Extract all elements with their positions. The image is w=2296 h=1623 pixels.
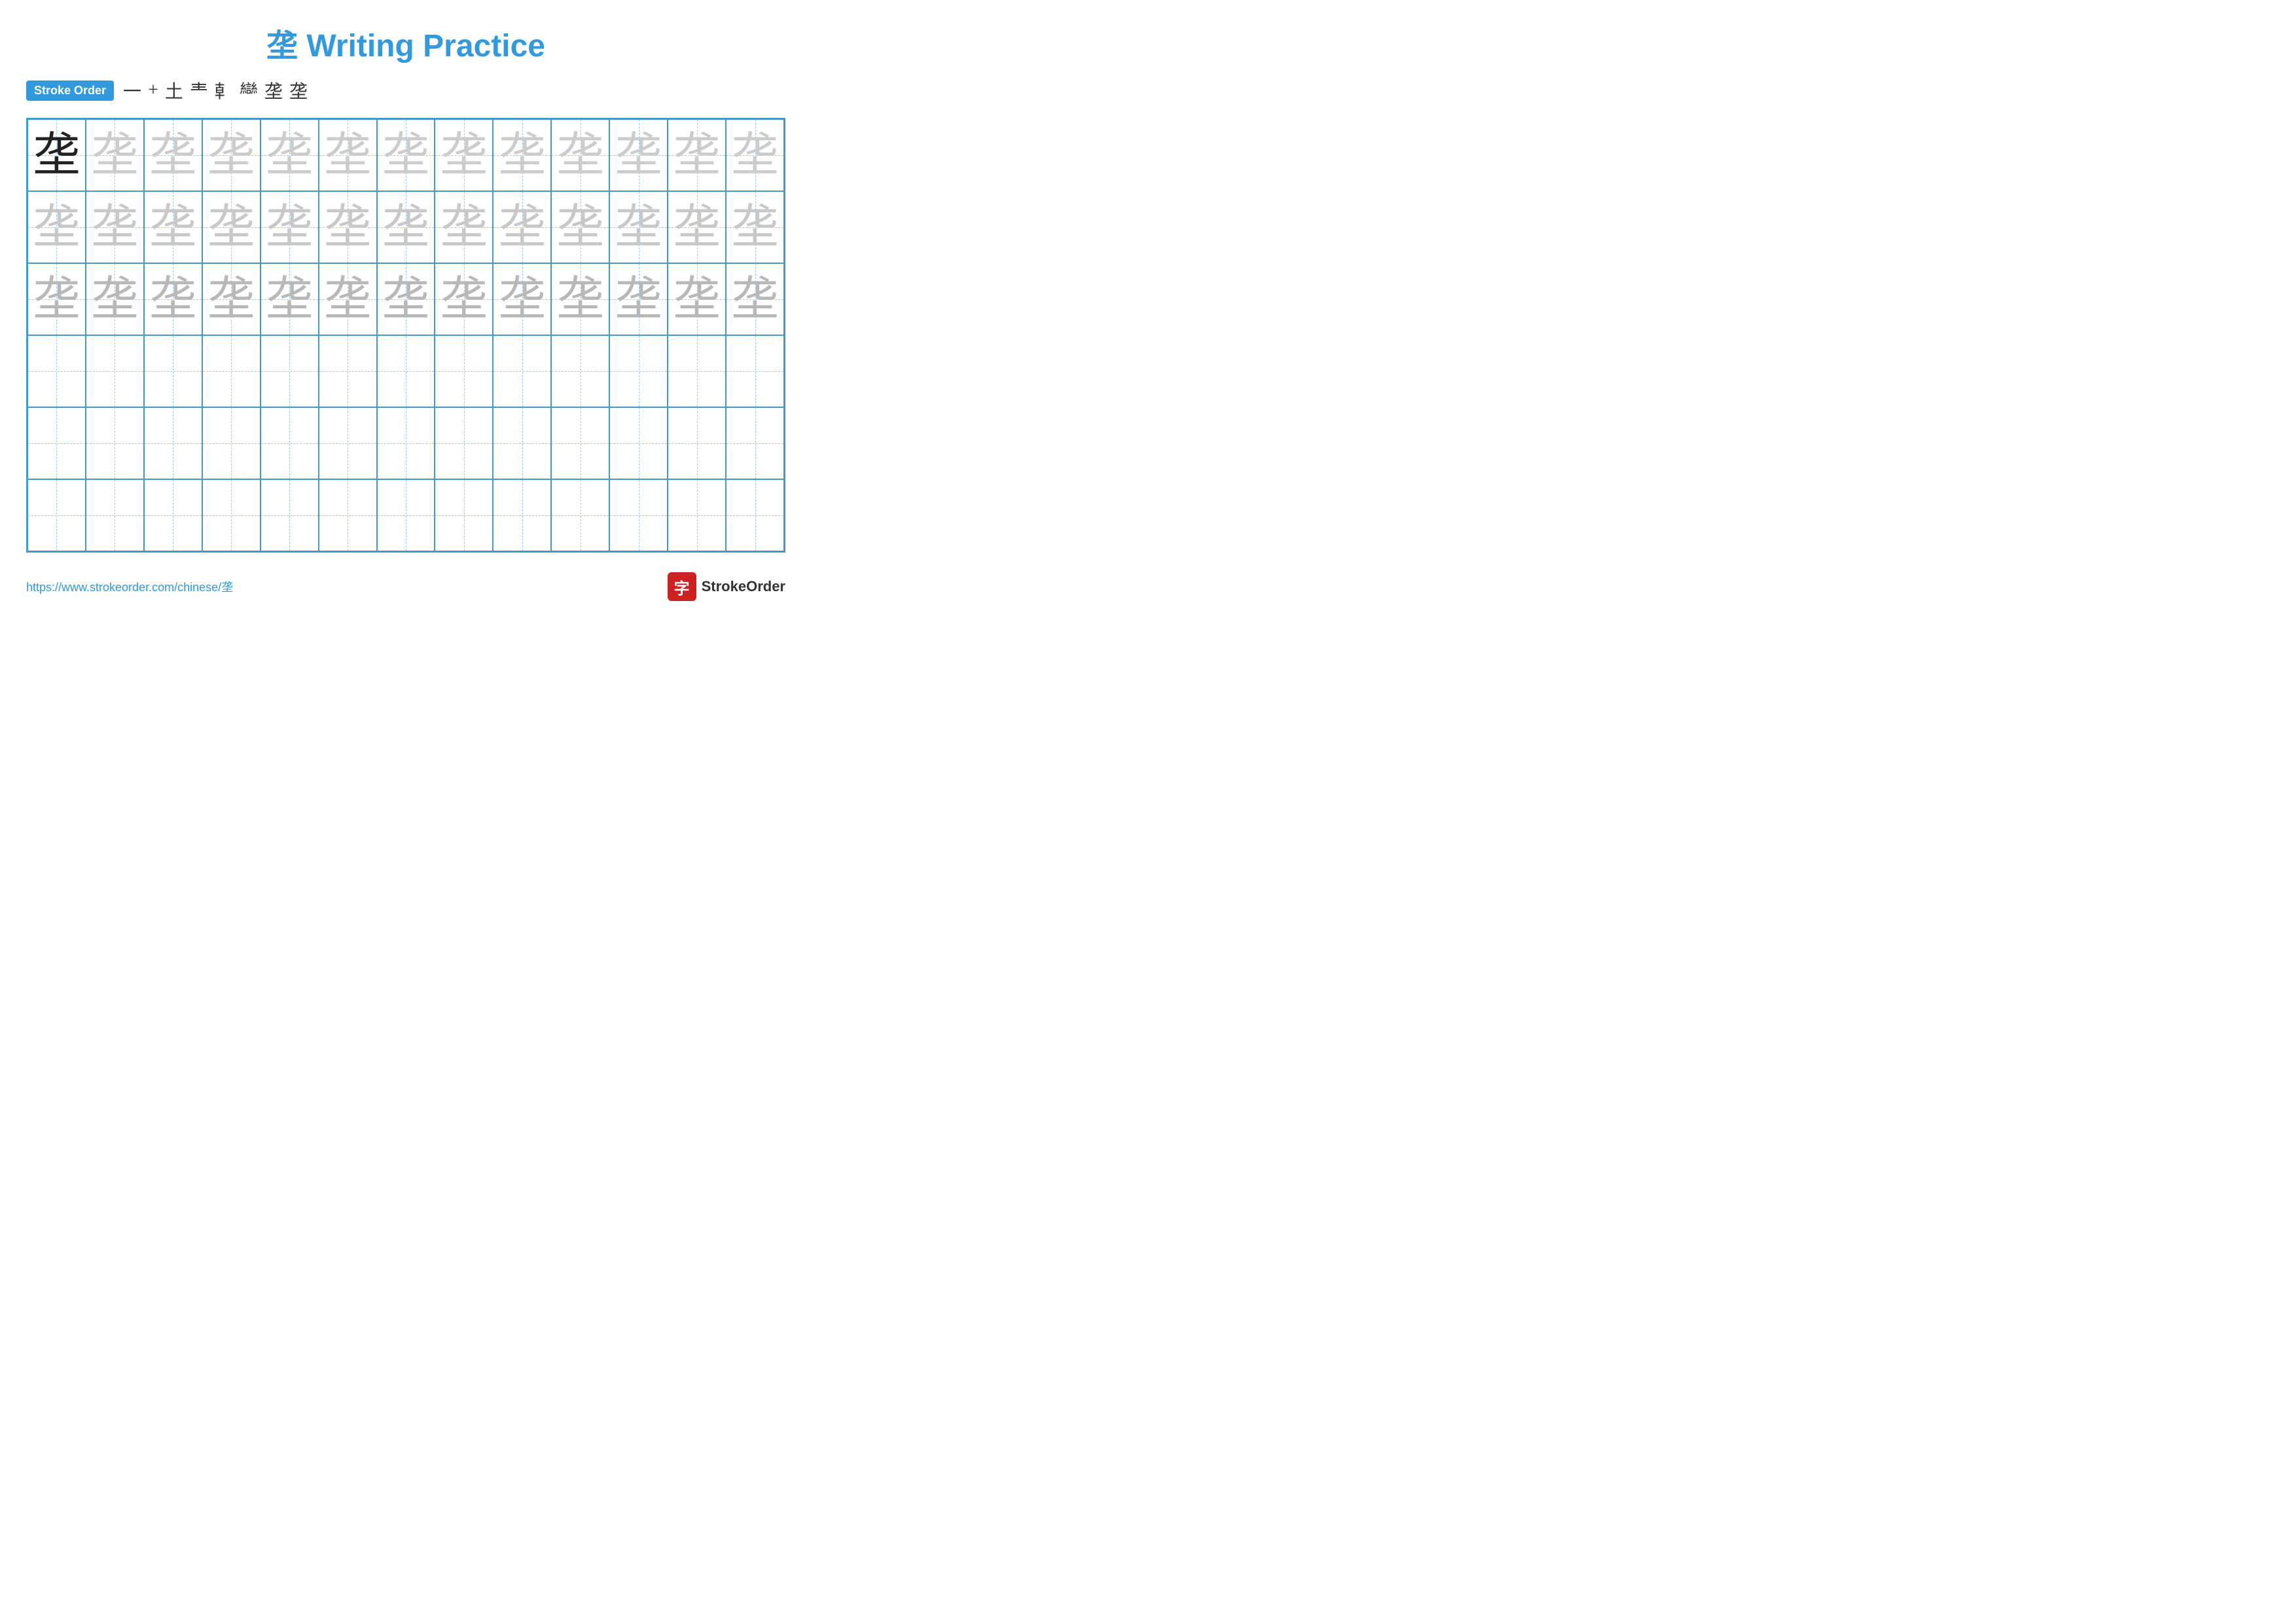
grid-cell[interactable]: 垄: [668, 119, 726, 191]
stroke-1: 一: [123, 77, 141, 103]
grid-cell[interactable]: [551, 335, 609, 407]
grid-cell[interactable]: [668, 479, 726, 551]
grid-cell[interactable]: 垄: [27, 263, 86, 335]
grid-cell[interactable]: [493, 335, 551, 407]
grid-cell[interactable]: 垄: [377, 191, 435, 263]
grid-cell[interactable]: 垄: [551, 119, 609, 191]
title-char: 垄: [266, 29, 298, 64]
grid-cell[interactable]: [609, 407, 668, 479]
grid-cell[interactable]: 垄: [260, 263, 319, 335]
footer: https://www.strokeorder.com/chinese/垄 字 …: [26, 572, 785, 601]
grid-cell[interactable]: 垄: [144, 191, 202, 263]
practice-grid: 垄垄垄垄垄垄垄垄垄垄垄垄垄垄垄垄垄垄垄垄垄垄垄垄垄垄垄垄垄垄垄垄垄垄垄垄垄垄垄: [26, 118, 785, 553]
grid-cell[interactable]: [435, 407, 493, 479]
grid-cell[interactable]: [202, 407, 260, 479]
grid-cell[interactable]: 垄: [435, 119, 493, 191]
grid-cell[interactable]: 垄: [144, 119, 202, 191]
grid-cell[interactable]: [726, 407, 784, 479]
grid-cell[interactable]: [319, 407, 377, 479]
grid-cell[interactable]: 垄: [668, 263, 726, 335]
grid-cell[interactable]: 垄: [86, 191, 144, 263]
grid-cell[interactable]: [435, 479, 493, 551]
grid-cell[interactable]: 垄: [609, 191, 668, 263]
grid-cell[interactable]: [609, 479, 668, 551]
grid-cell[interactable]: 垄: [86, 263, 144, 335]
grid-cell[interactable]: [726, 335, 784, 407]
grid-cell[interactable]: [668, 407, 726, 479]
grid-cell[interactable]: [27, 407, 86, 479]
grid-cell[interactable]: 垄: [260, 191, 319, 263]
grid-cell[interactable]: 垄: [144, 263, 202, 335]
grid-cell[interactable]: [144, 335, 202, 407]
grid-cell[interactable]: [493, 479, 551, 551]
stroke-3: 土: [165, 77, 183, 103]
grid-cell[interactable]: [27, 335, 86, 407]
grid-cell[interactable]: [27, 479, 86, 551]
grid-cell[interactable]: [260, 335, 319, 407]
grid-cell[interactable]: 垄: [435, 263, 493, 335]
grid-cell[interactable]: 垄: [609, 119, 668, 191]
grid-cell[interactable]: [260, 479, 319, 551]
grid-cell[interactable]: [377, 407, 435, 479]
grid-cell[interactable]: [260, 407, 319, 479]
grid-cell[interactable]: 垄: [319, 191, 377, 263]
grid-cell[interactable]: 垄: [435, 191, 493, 263]
brand-icon-char: 字: [674, 575, 690, 598]
grid-cell[interactable]: 垄: [202, 263, 260, 335]
grid-cell[interactable]: [551, 479, 609, 551]
grid-cell[interactable]: [86, 407, 144, 479]
stroke-6: 龻: [240, 77, 258, 103]
title-text: Writing Practice: [306, 29, 545, 64]
grid-cell[interactable]: [609, 335, 668, 407]
stroke-5: 龺: [215, 77, 233, 103]
grid-cell[interactable]: [435, 335, 493, 407]
grid-cell[interactable]: 垄: [493, 119, 551, 191]
brand-name: StrokeOrder: [702, 578, 785, 595]
grid-cell[interactable]: 垄: [377, 263, 435, 335]
stroke-7: 垄: [264, 77, 283, 103]
grid-cell[interactable]: [551, 407, 609, 479]
page-title: 垄 Writing Practice: [26, 20, 785, 65]
brand-icon: 字: [668, 572, 696, 601]
stroke-8: 垄: [289, 77, 308, 103]
grid-cell[interactable]: [144, 479, 202, 551]
grid-cell[interactable]: [668, 335, 726, 407]
grid-cell[interactable]: [377, 335, 435, 407]
grid-cell[interactable]: 垄: [726, 263, 784, 335]
grid-cell[interactable]: [144, 407, 202, 479]
grid-cell[interactable]: [86, 335, 144, 407]
grid-cell[interactable]: 垄: [377, 119, 435, 191]
stroke-order-badge: Stroke Order: [26, 81, 114, 101]
grid-cell[interactable]: 垄: [726, 119, 784, 191]
grid-cell[interactable]: 垄: [260, 119, 319, 191]
stroke-order-row: Stroke Order 一 + 土 龶 龺 龻 垄 垄: [26, 77, 785, 103]
grid-cell[interactable]: [493, 407, 551, 479]
grid-cell[interactable]: 垄: [668, 191, 726, 263]
footer-brand: 字 StrokeOrder: [668, 572, 785, 601]
grid-cell[interactable]: [377, 479, 435, 551]
grid-cell[interactable]: [726, 479, 784, 551]
stroke-sequence: 一 + 土 龶 龺 龻 垄 垄: [123, 77, 308, 103]
grid-cell[interactable]: 垄: [551, 263, 609, 335]
grid-cell[interactable]: 垄: [551, 191, 609, 263]
grid-cell[interactable]: 垄: [202, 119, 260, 191]
grid-cell[interactable]: 垄: [86, 119, 144, 191]
grid-cell[interactable]: 垄: [726, 191, 784, 263]
footer-url[interactable]: https://www.strokeorder.com/chinese/垄: [26, 578, 233, 595]
grid-cell[interactable]: [202, 479, 260, 551]
stroke-2: +: [148, 80, 158, 101]
grid-cell[interactable]: 垄: [27, 119, 86, 191]
grid-cell[interactable]: [202, 335, 260, 407]
grid-cell[interactable]: [86, 479, 144, 551]
grid-cell[interactable]: [319, 335, 377, 407]
grid-cell[interactable]: 垄: [27, 191, 86, 263]
stroke-4: 龶: [190, 77, 208, 103]
grid-cell[interactable]: [319, 479, 377, 551]
grid-cell[interactable]: 垄: [319, 119, 377, 191]
grid-cell[interactable]: 垄: [493, 263, 551, 335]
grid-cell[interactable]: 垄: [493, 191, 551, 263]
grid-cell[interactable]: 垄: [202, 191, 260, 263]
grid-cell[interactable]: 垄: [319, 263, 377, 335]
grid-cell[interactable]: 垄: [609, 263, 668, 335]
